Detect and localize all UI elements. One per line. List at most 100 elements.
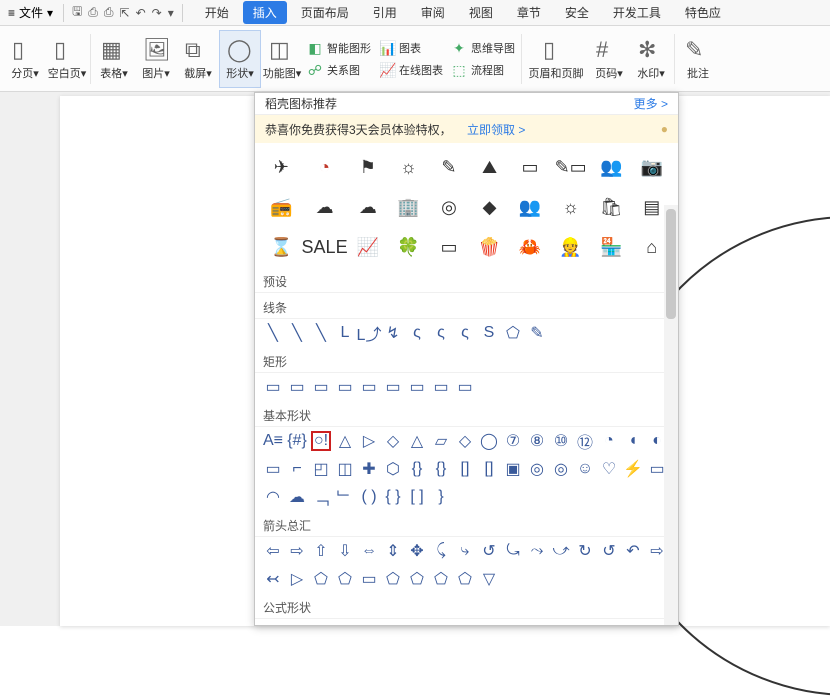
shape-item[interactable]: ▽ xyxy=(479,569,499,589)
shape-item[interactable]: ▭ xyxy=(455,377,475,397)
shape-item[interactable]: ◖ xyxy=(623,431,643,451)
recommended-icon[interactable]: 🍿 xyxy=(469,227,510,267)
shape-item[interactable]: ⚡ xyxy=(623,459,643,479)
shape-item[interactable]: L⤴ xyxy=(359,323,379,343)
flowchart-button[interactable]: ⬚流程图 xyxy=(447,60,519,80)
recommended-icon[interactable]: 📈 xyxy=(348,227,389,267)
table-button[interactable]: ▦ 表格▾ xyxy=(93,30,135,88)
shape-item[interactable]: ↶ xyxy=(623,541,643,561)
recommended-icon[interactable]: 🏪 xyxy=(591,227,632,267)
recommended-icon[interactable]: ✎ xyxy=(429,147,470,187)
qat-dropdown-icon[interactable]: ▾ xyxy=(168,6,174,20)
shapes-button[interactable]: ◯ 形状▾ xyxy=(219,30,261,88)
shape-item[interactable]: [ ] xyxy=(407,487,427,507)
more-link[interactable]: 更多 > xyxy=(634,95,668,112)
recommended-icon[interactable]: 👥 xyxy=(510,187,551,227)
shape-item[interactable]: ς xyxy=(455,323,475,343)
shape-item[interactable]: ⤹ xyxy=(431,541,451,561)
shape-item[interactable]: ╲ xyxy=(311,323,331,343)
shape-item[interactable]: ⬠ xyxy=(383,569,403,589)
tab-references[interactable]: 引用 xyxy=(363,1,407,24)
recommended-icon[interactable]: 🏢 xyxy=(388,187,429,227)
shape-item[interactable]: ▭ xyxy=(359,569,379,589)
shape-item[interactable]: ♡ xyxy=(599,459,619,479)
tab-insert[interactable]: 插入 xyxy=(243,1,287,24)
tab-developer[interactable]: 开发工具 xyxy=(603,1,671,24)
shape-item[interactable]: ◠ xyxy=(263,487,283,507)
shape-item[interactable]: [] xyxy=(455,459,475,479)
recommended-icon[interactable]: ◆ xyxy=(469,187,510,227)
tab-start[interactable]: 开始 xyxy=(195,1,239,24)
redo-icon[interactable]: ↷ xyxy=(152,6,162,20)
shape-item[interactable]: ⤿ xyxy=(503,541,523,561)
recommended-icon[interactable]: 📻 xyxy=(261,187,302,227)
shape-item[interactable]: ↺ xyxy=(599,541,619,561)
shape-item[interactable]: ◫ xyxy=(335,459,355,479)
print-preview-icon[interactable]: ⎙ xyxy=(88,5,98,20)
shape-item[interactable]: ✎ xyxy=(527,323,547,343)
tab-chapter[interactable]: 章节 xyxy=(507,1,551,24)
shape-item[interactable]: ⇔ xyxy=(359,541,379,561)
page-break-button[interactable]: ▯ 分页▾ xyxy=(4,30,46,88)
shape-item[interactable]: ⬠ xyxy=(431,569,451,589)
undo-icon[interactable]: ↶ xyxy=(136,6,146,20)
recommended-icon[interactable]: ◎ xyxy=(429,187,470,227)
shape-item[interactable]: ⤻ xyxy=(551,541,571,561)
shape-item[interactable]: ⬠ xyxy=(407,569,427,589)
tab-page-layout[interactable]: 页面布局 xyxy=(291,1,359,24)
shape-item[interactable]: ✚ xyxy=(359,459,379,479)
shape-item[interactable]: ς xyxy=(431,323,451,343)
header-footer-button[interactable]: ▯ 页眉和页脚 xyxy=(524,30,588,88)
shape-item[interactable]: ▷ xyxy=(287,569,307,589)
smartart-button[interactable]: ◫ 功能图▾ xyxy=(261,30,303,88)
shape-item[interactable]: {} xyxy=(407,459,427,479)
chart-button[interactable]: 📊图表 xyxy=(375,38,447,58)
shape-item[interactable]: { } xyxy=(383,487,403,507)
shape-item[interactable]: ⇩ xyxy=(335,541,355,561)
shape-item[interactable]: ◇ xyxy=(383,431,403,451)
shape-item[interactable]: {#} xyxy=(287,431,307,451)
shape-item[interactable]: ⑩ xyxy=(551,431,571,451)
promo-close-icon[interactable]: ● xyxy=(661,122,668,136)
shape-item[interactable]: ☁ xyxy=(287,487,307,507)
shape-item[interactable]: ⑦ xyxy=(503,431,523,451)
recommended-icon[interactable]: ☼ xyxy=(388,147,429,187)
tab-view[interactable]: 视图 xyxy=(459,1,503,24)
shape-item[interactable]: ☺ xyxy=(575,459,595,479)
shape-item[interactable]: ▱ xyxy=(431,431,451,451)
recommended-icon[interactable]: ⛰ xyxy=(469,147,510,187)
recommended-icon[interactable]: ✈ xyxy=(261,147,302,187)
shape-item[interactable]: ▭ xyxy=(431,377,451,397)
recommended-icon[interactable]: 👥 xyxy=(591,147,632,187)
shape-item[interactable]: ✥ xyxy=(407,541,427,561)
shape-item[interactable]: ◇ xyxy=(455,431,475,451)
watermark-button[interactable]: ✻ 水印▾ xyxy=(630,30,672,88)
tab-review[interactable]: 审阅 xyxy=(411,1,455,24)
shape-item[interactable]: ⬠ xyxy=(311,569,331,589)
shape-item[interactable]: ↺ xyxy=(479,541,499,561)
recommended-icon[interactable]: SALE xyxy=(302,227,348,267)
promo-claim-link[interactable]: 立即领取 > xyxy=(467,123,525,137)
comment-button[interactable]: ✎ 批注 xyxy=(677,30,719,88)
shape-item[interactable]: ▭ xyxy=(263,377,283,397)
shape-item[interactable]: ▷ xyxy=(359,431,379,451)
recommended-icon[interactable]: ▭ xyxy=(429,227,470,267)
shape-item[interactable]: ↻ xyxy=(575,541,595,561)
recommended-icon[interactable]: ◔ xyxy=(302,147,348,187)
mindmap-button[interactable]: ✦思维导图 xyxy=(447,38,519,58)
online-chart-button[interactable]: 📈在线图表 xyxy=(375,60,447,80)
shape-item[interactable]: ⇕ xyxy=(383,541,403,561)
shape-item[interactable]: ◎ xyxy=(527,459,547,479)
screenshot-button[interactable]: ⧉ 截屏▾ xyxy=(177,30,219,88)
recommended-icon[interactable]: ☼ xyxy=(550,187,591,227)
panel-scrollbar[interactable] xyxy=(664,205,678,625)
recommended-icon[interactable]: 🛍 xyxy=(591,187,632,227)
shape-item[interactable]: ⇦ xyxy=(263,541,283,561)
shape-item[interactable]: ⌐ xyxy=(287,459,307,479)
recommended-icon[interactable]: ⚑ xyxy=(348,147,389,187)
shape-item[interactable]: [] xyxy=(479,459,499,479)
recommended-icon[interactable]: ☁ xyxy=(348,187,389,227)
shape-item[interactable]: ⑫ xyxy=(575,431,595,451)
shape-item[interactable]: ◯ xyxy=(479,431,499,451)
shape-item[interactable]: ◔ xyxy=(599,431,619,451)
